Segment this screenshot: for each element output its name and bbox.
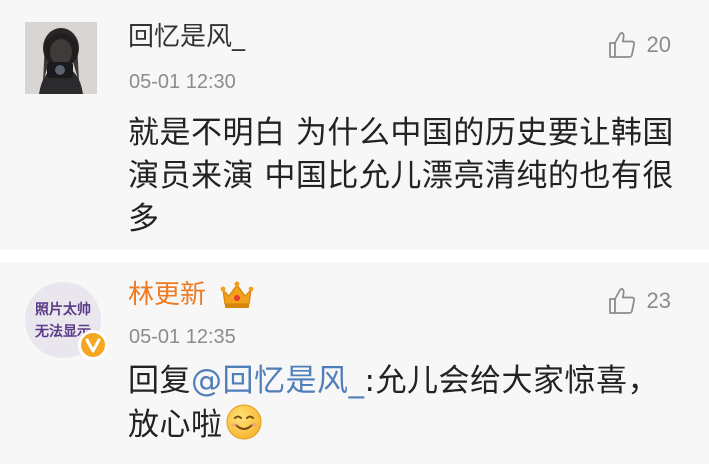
like-button[interactable]: 23 <box>607 286 671 316</box>
smile-emoji-icon <box>226 404 261 440</box>
comment-text: 就是不明白 为什么中国的历史要让韩国演员来演 中国比允儿漂亮清纯的也有很多 <box>128 115 674 237</box>
comment-item: 照片太帅 无法显示 林更新 05-01 12:35 23 回复@回忆是风_:允儿… <box>0 262 709 464</box>
thumbs-up-icon <box>608 287 635 314</box>
comment-item: 回忆是风_ 05-01 12:30 20 就是不明白 为什么中国的历史要让韩国演… <box>0 0 709 250</box>
like-count: 20 <box>646 32 671 57</box>
verified-v-icon <box>78 330 108 360</box>
avatar-text-line1: 照片太帅 <box>35 301 91 318</box>
like-count: 23 <box>646 288 671 313</box>
avatar[interactable] <box>25 22 97 94</box>
reply-prefix: 回复 <box>128 363 191 399</box>
like-button[interactable]: 20 <box>607 30 671 60</box>
mention-link[interactable]: @回忆是风_ <box>191 363 365 399</box>
divider <box>0 250 709 262</box>
thumbs-up-icon <box>608 31 635 58</box>
comment-text: 回复@回忆是风_:允儿会给大家惊喜，放心啦 <box>128 360 688 447</box>
timestamp: 05-01 12:30 <box>129 71 236 93</box>
username[interactable]: 回忆是风_ <box>128 22 245 52</box>
username[interactable]: 林更新 <box>128 280 206 310</box>
timestamp: 05-01 12:35 <box>129 326 236 348</box>
comments-page: 回忆是风_ 05-01 12:30 20 就是不明白 为什么中国的历史要让韩国演… <box>0 0 709 464</box>
avatar-photo <box>25 22 97 94</box>
crown-icon[interactable] <box>220 280 254 310</box>
